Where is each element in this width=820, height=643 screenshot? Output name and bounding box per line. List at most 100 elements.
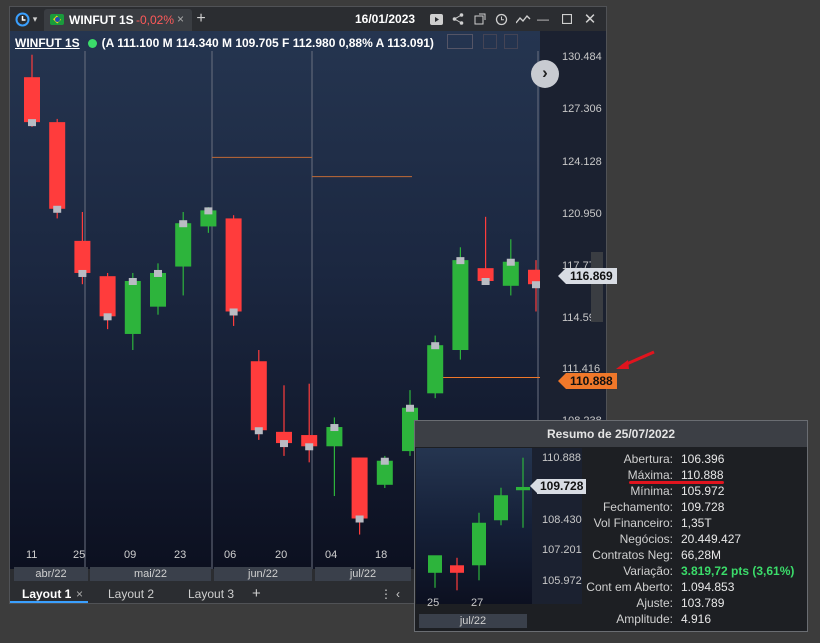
- x-tick: 23: [174, 549, 187, 561]
- minimize-icon[interactable]: —: [536, 10, 550, 28]
- x-tick: 04: [325, 549, 338, 561]
- close-marker: [103, 313, 112, 321]
- underline-annotation: [629, 481, 724, 484]
- history-clock-icon[interactable]: [494, 10, 508, 28]
- tools-dropdown[interactable]: [447, 34, 474, 49]
- tab-change: -0,02%: [136, 13, 175, 27]
- summary-value: 109.728: [681, 500, 725, 514]
- close-marker: [254, 427, 263, 435]
- x-tick: 25: [73, 549, 86, 561]
- tab-layout-1[interactable]: Layout 1: [22, 587, 71, 601]
- header-quote: (A 111.100 M 114.340 M 109.705 F 112.980…: [101, 36, 434, 50]
- quote-header: WINFUT 1S (A 111.100 M 114.340 M 109.705 …: [15, 34, 518, 50]
- summary-key: Máxima:: [627, 468, 673, 482]
- scroll-right-button[interactable]: ›: [531, 60, 559, 88]
- chevron-left-icon[interactable]: ‹: [396, 587, 400, 601]
- candle-body: [124, 280, 141, 334]
- maximize-icon[interactable]: [560, 10, 574, 28]
- clock-menu-icon[interactable]: [14, 10, 30, 28]
- mini-candle-body: [494, 495, 508, 521]
- price-label: 130.484: [562, 51, 602, 63]
- mini-candle-body: [516, 486, 530, 491]
- month-label: mai/22: [90, 567, 211, 581]
- scale-collapse-handle[interactable]: [591, 252, 603, 322]
- candle-body: [225, 218, 242, 312]
- summary-popup: Resumo de 25/07/2022 110.888 108.430 107…: [414, 420, 808, 632]
- summary-row: Ajuste: 103.789: [585, 596, 805, 612]
- date-label: 16/01/2023: [355, 12, 416, 26]
- summary-title: Resumo de 25/07/2022: [415, 421, 807, 447]
- add-layout-icon[interactable]: +: [252, 585, 261, 602]
- play-icon[interactable]: [429, 10, 443, 28]
- close-marker: [406, 404, 414, 412]
- mini-price-label: 110.888: [542, 452, 581, 464]
- close-marker: [305, 443, 314, 451]
- close-marker: [128, 277, 137, 285]
- close-marker: [456, 257, 465, 265]
- summary-key: Abertura:: [623, 452, 673, 466]
- price-label: 127.306: [562, 103, 602, 115]
- summary-value: 103.789: [681, 596, 725, 610]
- x-tick: 06: [224, 549, 237, 561]
- mini-candle-body: [428, 555, 442, 573]
- candle-body: [150, 272, 166, 307]
- mini-candle-body: [472, 522, 486, 566]
- summary-value: 20.449.427: [681, 532, 742, 546]
- symbol-tab[interactable]: WINFUT 1S -0,02% ×: [44, 9, 192, 31]
- close-marker: [330, 424, 339, 432]
- close-layout-icon[interactable]: ×: [76, 587, 83, 601]
- close-marker: [229, 308, 238, 316]
- trend-icon[interactable]: [515, 10, 531, 28]
- active-tab-indicator: [10, 601, 88, 603]
- summary-row: Amplitude: 4.916: [585, 612, 805, 628]
- summary-row: Variação: 3.819,72 pts (3,61%): [585, 564, 805, 580]
- close-marker: [431, 342, 440, 350]
- month-label: jul/22: [315, 567, 411, 581]
- close-window-icon[interactable]: ✕: [583, 10, 597, 28]
- close-marker: [481, 277, 490, 285]
- summary-row: Vol Financeiro: 1,35T: [585, 516, 805, 532]
- last-price-tag: 116.869: [558, 268, 617, 284]
- add-indicator-button[interactable]: [503, 34, 518, 49]
- more-options-icon[interactable]: ⋮: [380, 587, 392, 601]
- summary-value: 105.972: [681, 484, 725, 498]
- red-arrow-annotation: [616, 350, 655, 369]
- close-marker: [204, 207, 213, 215]
- mini-price-label: 107.201: [542, 544, 582, 556]
- close-tab-icon[interactable]: ×: [177, 12, 184, 26]
- summary-row: Fechamento: 109.728: [585, 500, 805, 516]
- tab-layout-2[interactable]: Layout 2: [108, 587, 154, 601]
- max-price-tag: 110.888: [558, 373, 617, 389]
- tab-layout-3[interactable]: Layout 3: [188, 587, 234, 601]
- summary-key: Negócios:: [619, 532, 673, 546]
- mini-candles: [428, 457, 530, 591]
- close-marker: [179, 220, 188, 228]
- summary-key: Cont em Aberto:: [586, 580, 673, 594]
- candle-body: [351, 457, 368, 519]
- candle-body: [452, 260, 469, 350]
- x-tick: 20: [275, 549, 288, 561]
- chevron-down-icon[interactable]: ▾: [30, 10, 40, 28]
- close-marker: [380, 457, 389, 465]
- month-label: jun/22: [214, 567, 312, 581]
- header-symbol[interactable]: WINFUT 1S: [15, 36, 80, 50]
- close-marker: [28, 119, 36, 127]
- close-marker: [280, 440, 288, 448]
- candle-body: [175, 223, 192, 267]
- share-icon[interactable]: [451, 10, 465, 28]
- summary-key: Variação:: [623, 564, 673, 578]
- mini-x-tick: 25: [427, 597, 440, 609]
- new-window-icon[interactable]: [473, 10, 487, 28]
- close-marker: [355, 515, 364, 523]
- x-tick: 09: [124, 549, 137, 561]
- candle-body: [99, 276, 116, 317]
- mini-x-tick: 27: [471, 597, 484, 609]
- settings-button[interactable]: [482, 34, 497, 49]
- summary-row: Mínima: 105.972: [585, 484, 805, 500]
- live-status-dot: [87, 39, 97, 48]
- mini-price-scale: 110.888 108.430 107.201 105.972: [532, 448, 582, 604]
- close-marker: [78, 269, 87, 277]
- summary-key: Mínima:: [630, 484, 673, 498]
- mini-month-label: jul/22: [419, 614, 527, 628]
- add-tab-icon[interactable]: +: [194, 10, 208, 28]
